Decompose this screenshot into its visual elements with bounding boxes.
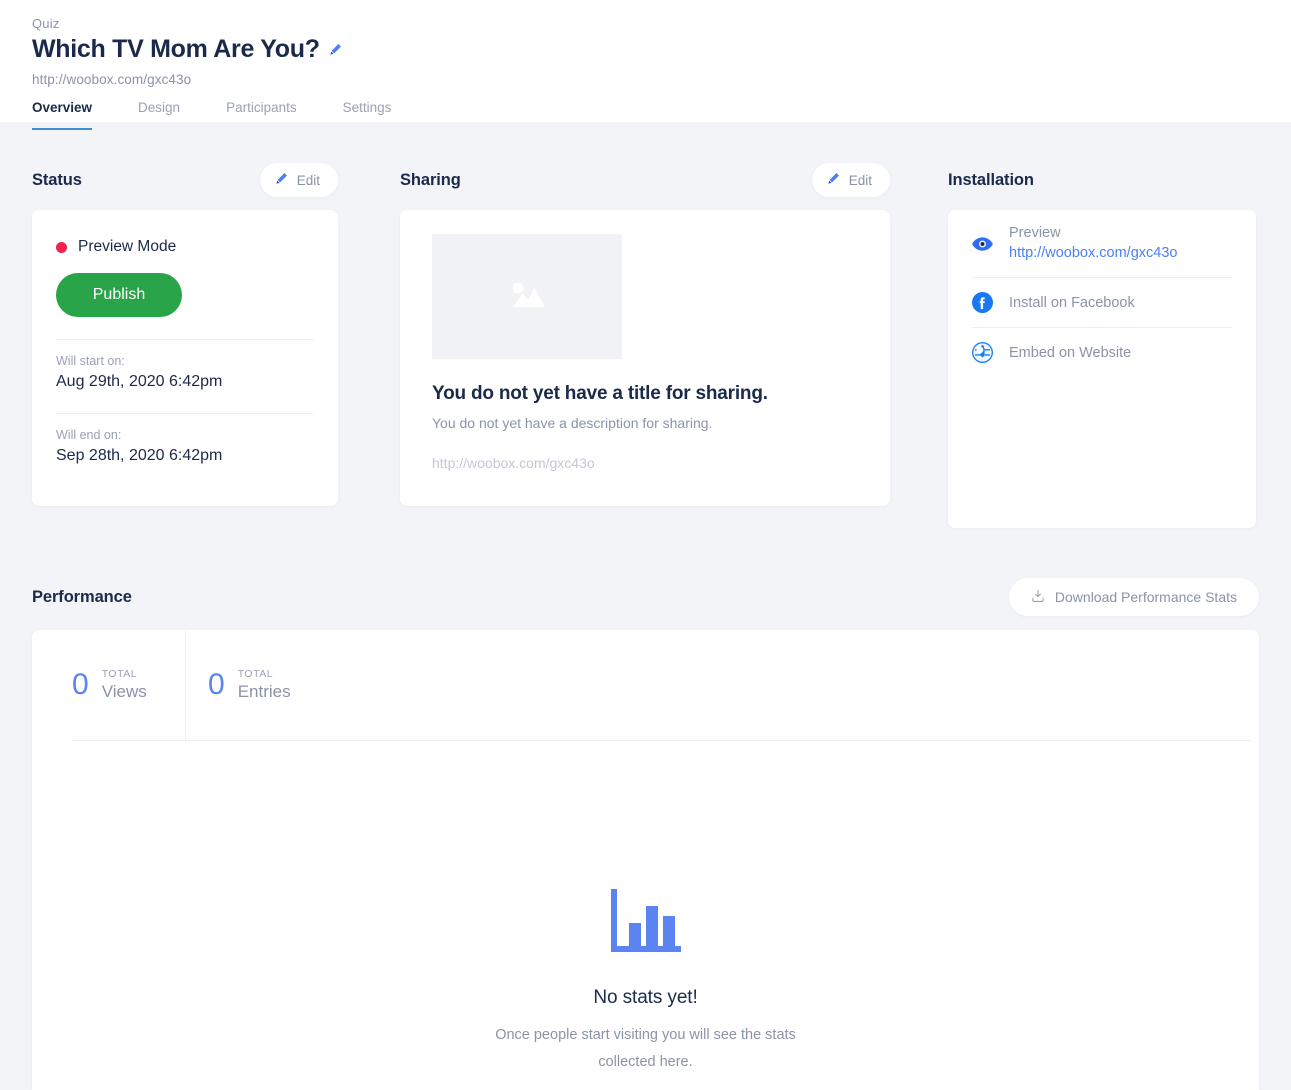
download-performance-stats-label: Download Performance Stats <box>1054 589 1237 605</box>
sharing-description: You do not yet have a description for sh… <box>432 415 713 431</box>
status-edit-button[interactable]: Edit <box>259 163 338 197</box>
stat-entries-total: TOTAL <box>237 668 274 681</box>
image-icon <box>505 277 549 316</box>
installation-section-header: Installation <box>948 162 1256 198</box>
sharing-section-title: Sharing <box>400 170 461 189</box>
sharing-column: Sharing Edit You do not yet have a title… <box>400 162 890 528</box>
top-cards-row: Status Edit Preview Mode Publish Will st… <box>32 122 1259 528</box>
eye-icon <box>972 236 993 251</box>
sharing-edit-button[interactable]: Edit <box>811 163 890 197</box>
download-icon <box>1031 589 1045 606</box>
performance-section-header: Performance Download Performance Stats <box>32 578 1259 616</box>
installation-item-facebook[interactable]: Install on Facebook <box>972 277 1232 327</box>
tab-participants[interactable]: Participants <box>226 100 297 130</box>
sharing-title: You do not yet have a title for sharing. <box>432 383 768 404</box>
installation-item-embed[interactable]: Embed on Website <box>972 327 1232 377</box>
installation-section-title: Installation <box>948 170 1034 189</box>
sharing-image-placeholder <box>432 234 622 359</box>
performance-stats-strip: 0 TOTAL Views 0 TOTAL Entries <box>32 630 1259 740</box>
status-start-label: Will start on: <box>56 354 125 368</box>
status-start-block: Will start on: Aug 29th, 2020 6:42pm <box>56 340 314 391</box>
stat-views-value: 0 <box>72 668 89 701</box>
status-end-block: Will end on: Sep 28th, 2020 6:42pm <box>56 414 314 465</box>
sharing-url: http://woobox.com/gxc43o <box>432 455 595 471</box>
breadcrumb-kicker: Quiz <box>32 16 60 31</box>
stat-views-label: Views <box>101 682 147 702</box>
page-body: Status Edit Preview Mode Publish Will st… <box>0 122 1291 1090</box>
stat-views: 0 TOTAL Views <box>32 630 185 740</box>
status-end-value: Sep 28th, 2020 6:42pm <box>56 447 223 464</box>
status-card: Preview Mode Publish Will start on: Aug … <box>32 210 338 506</box>
tab-settings[interactable]: Settings <box>343 100 392 130</box>
page-title: Which TV Mom Are You? <box>32 35 320 63</box>
installation-embed-label: Embed on Website <box>1009 344 1132 361</box>
status-dot-icon <box>56 241 67 253</box>
performance-section-title: Performance <box>32 587 132 606</box>
status-end-label: Will end on: <box>56 428 122 442</box>
installation-facebook-label: Install on Facebook <box>1009 294 1135 311</box>
sharing-section-header: Sharing Edit <box>400 162 890 198</box>
status-mode-row: Preview Mode <box>56 238 314 256</box>
installation-preview-link[interactable]: http://woobox.com/gxc43o <box>1009 243 1177 264</box>
page-url: http://woobox.com/gxc43o <box>32 72 192 87</box>
pencil-icon[interactable] <box>329 43 342 56</box>
status-start-value: Aug 29th, 2020 6:42pm <box>56 373 223 390</box>
sharing-edit-label: Edit <box>848 172 872 188</box>
facebook-icon <box>972 292 993 313</box>
tab-bar: Overview Design Participants Settings <box>32 100 1291 130</box>
installation-card: Preview http://woobox.com/gxc43o Install… <box>948 210 1256 528</box>
status-section-header: Status Edit <box>32 162 338 198</box>
pencil-icon <box>827 172 840 188</box>
installation-item-preview[interactable]: Preview http://woobox.com/gxc43o <box>972 210 1232 277</box>
stat-entries-label: Entries <box>237 682 291 702</box>
tab-design[interactable]: Design <box>138 100 180 130</box>
stat-entries: 0 TOTAL Entries <box>185 630 291 740</box>
status-column: Status Edit Preview Mode Publish Will st… <box>32 162 338 528</box>
status-mode-label: Preview Mode <box>78 238 177 255</box>
globe-icon <box>972 342 993 363</box>
performance-empty-title: No stats yet! <box>593 987 698 1008</box>
publish-button[interactable]: Publish <box>56 273 182 317</box>
stat-entries-value: 0 <box>208 668 225 701</box>
stat-views-total: TOTAL <box>101 668 138 681</box>
status-section-title: Status <box>32 170 82 189</box>
performance-empty-subtitle: Once people start visiting you will see … <box>495 1027 796 1070</box>
pencil-icon <box>275 172 288 188</box>
installation-preview-label: Preview <box>1009 225 1061 241</box>
performance-card: 0 TOTAL Views 0 TOTAL Entries No stats y… <box>32 630 1259 1090</box>
bar-chart-icon <box>610 888 682 959</box>
sharing-card: You do not yet have a title for sharing.… <box>400 210 890 506</box>
tab-overview[interactable]: Overview <box>32 100 93 130</box>
page-header: Quiz Which TV Mom Are You? http://woobox… <box>0 0 1291 130</box>
status-edit-label: Edit <box>296 172 320 188</box>
installation-column: Installation Preview http://woobox.com/g… <box>948 162 1256 528</box>
title-row: Which TV Mom Are You? <box>32 35 1291 64</box>
performance-empty-state: No stats yet! Once people start visiting… <box>32 741 1259 1076</box>
download-performance-stats-button[interactable]: Download Performance Stats <box>1008 578 1259 616</box>
